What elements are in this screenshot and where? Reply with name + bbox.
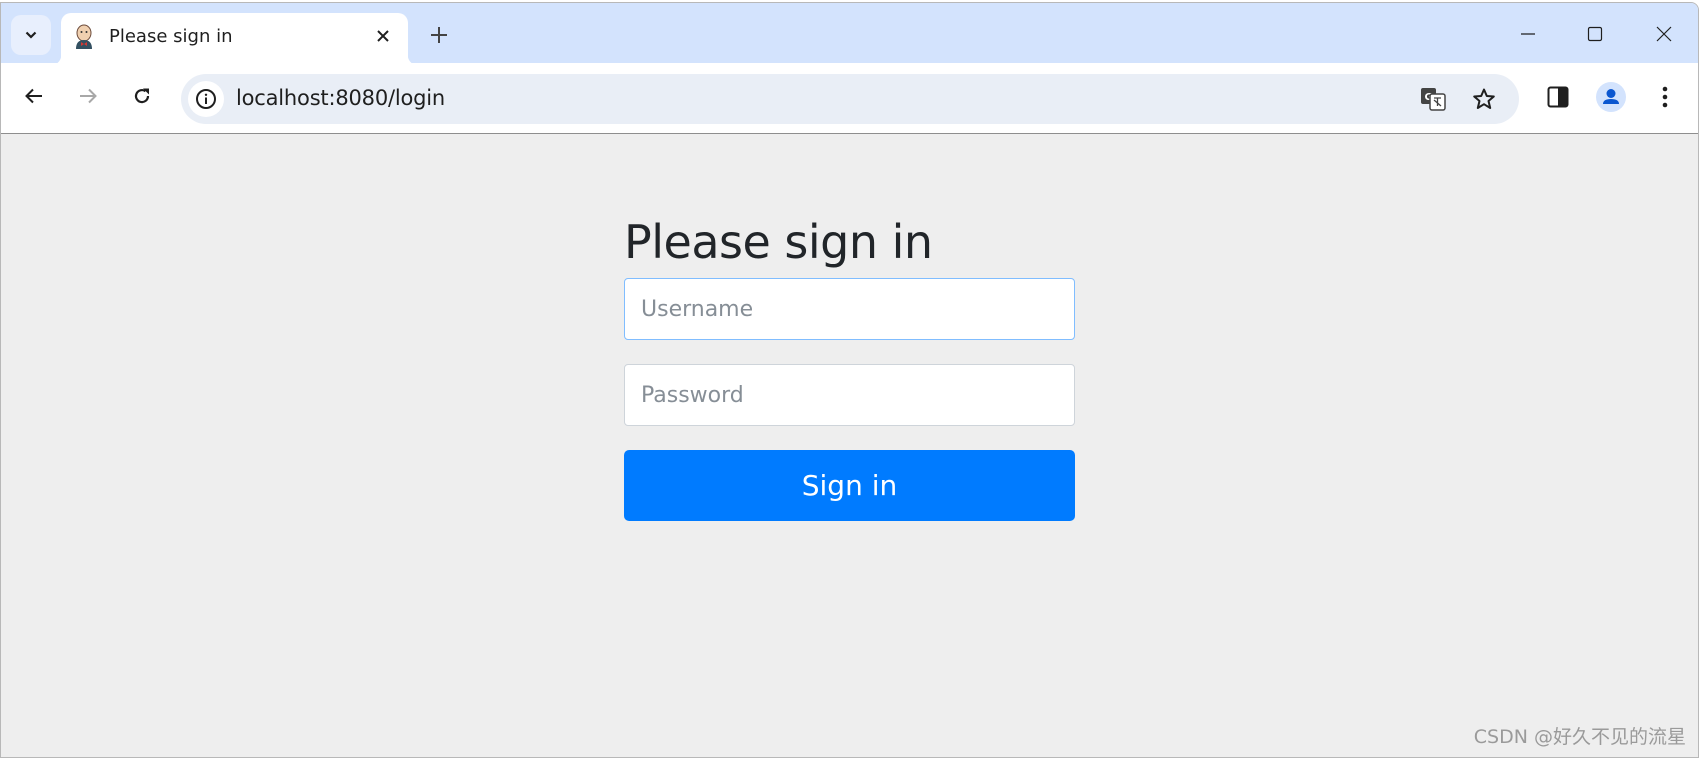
maximize-button[interactable] xyxy=(1575,19,1615,49)
close-window-button[interactable] xyxy=(1644,19,1684,49)
bookmark-button[interactable] xyxy=(1469,84,1499,114)
close-icon xyxy=(1656,26,1672,42)
maximize-icon xyxy=(1587,26,1603,42)
back-button[interactable] xyxy=(17,79,51,113)
close-icon xyxy=(377,30,389,42)
browser-window: Please sign in localhost:8080/login G Pl… xyxy=(0,2,1699,758)
sign-in-button[interactable]: Sign in xyxy=(624,450,1075,521)
plus-icon xyxy=(431,27,447,43)
chevron-down-icon xyxy=(25,31,37,39)
kebab-menu-icon xyxy=(1662,86,1668,108)
tab-search-button[interactable] xyxy=(11,15,51,55)
arrow-right-icon xyxy=(80,88,97,104)
reload-button[interactable] xyxy=(125,79,159,113)
side-panel-button[interactable] xyxy=(1540,79,1576,115)
tab-close-button[interactable] xyxy=(372,25,394,47)
tab-strip: Please sign in xyxy=(1,3,1698,65)
address-bar[interactable]: localhost:8080/login G xyxy=(181,74,1519,124)
page-content: Please sign in Sign in CSDN @好久不见的流星 xyxy=(1,134,1698,757)
minimize-button[interactable] xyxy=(1508,19,1548,49)
password-input[interactable] xyxy=(624,364,1075,426)
info-icon xyxy=(196,89,216,109)
login-form: Please sign in Sign in xyxy=(624,214,1075,521)
reload-icon xyxy=(134,88,150,104)
page-heading: Please sign in xyxy=(624,215,933,269)
tab-title: Please sign in xyxy=(109,26,233,47)
translate-icon: G xyxy=(1421,88,1446,111)
watermark: CSDN @好久不见的流星 xyxy=(1473,726,1686,748)
browser-toolbar: localhost:8080/login G xyxy=(1,63,1698,134)
username-input[interactable] xyxy=(624,278,1075,340)
browser-menu-button[interactable] xyxy=(1647,79,1683,115)
translate-button[interactable]: G xyxy=(1418,84,1448,114)
minimize-icon xyxy=(1521,33,1535,35)
profile-icon xyxy=(1596,82,1626,112)
profile-button[interactable] xyxy=(1593,79,1629,115)
jenkins-butler-icon xyxy=(76,24,92,49)
site-info-button[interactable] xyxy=(188,81,224,117)
url-text[interactable]: localhost:8080/login xyxy=(236,86,445,110)
side-panel-icon xyxy=(1547,86,1569,108)
tab-active[interactable]: Please sign in xyxy=(51,13,418,65)
new-tab-button[interactable] xyxy=(426,22,452,48)
arrow-left-icon xyxy=(25,88,42,104)
forward-button[interactable] xyxy=(71,79,105,113)
star-icon xyxy=(1473,88,1495,109)
